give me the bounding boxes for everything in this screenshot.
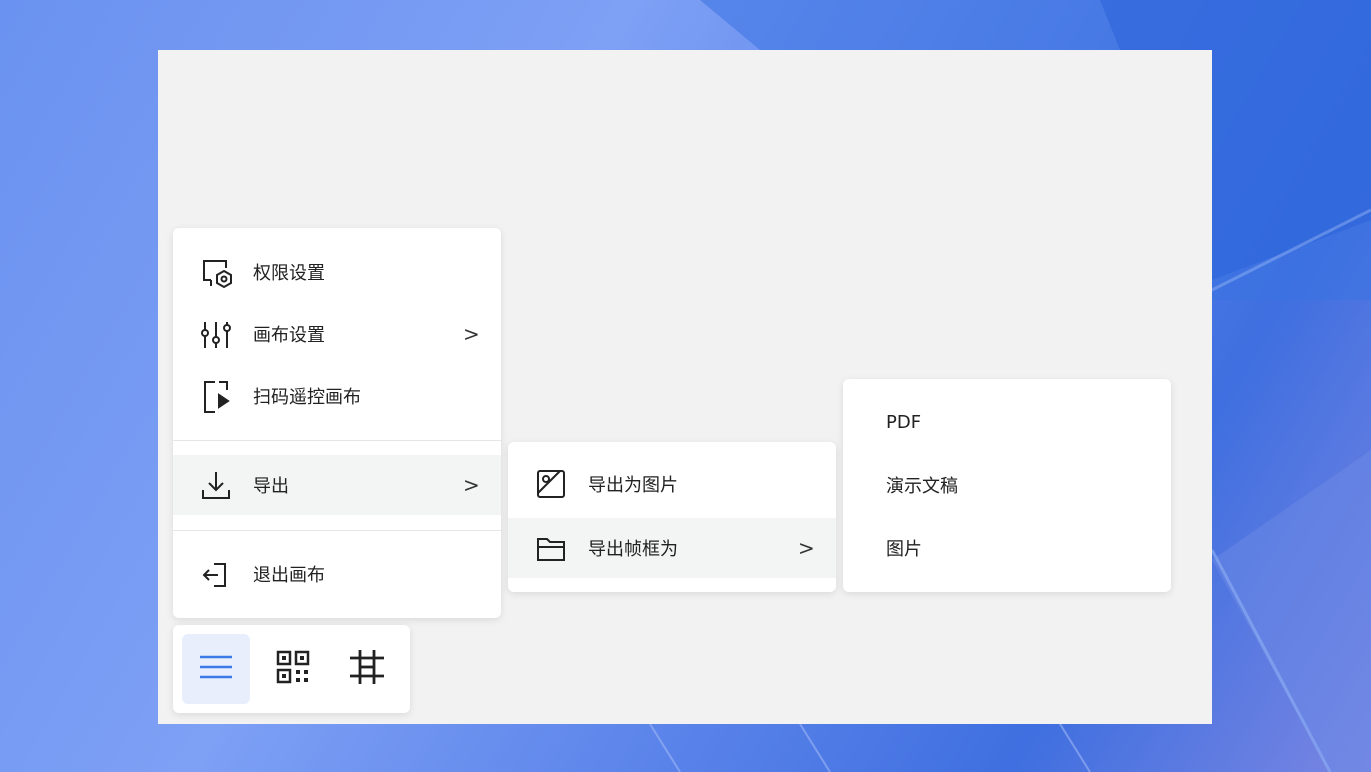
image-icon [534,467,568,501]
menu-item-pdf[interactable]: PDF [843,392,1171,452]
folder-icon [534,531,568,565]
chevron-right-icon: > [798,536,815,560]
frame-icon [348,648,386,690]
menu-item-label: 演示文稿 [886,476,958,497]
menu-item-presentation[interactable]: 演示文稿 [843,455,1171,515]
menu-item-label: 退出画布 [253,565,325,586]
export-frames-submenu: PDF 演示文稿 图片 [843,379,1171,592]
qrcode-icon [275,649,311,689]
sliders-icon [199,318,233,352]
permission-icon [199,256,235,290]
export-submenu: 导出为图片 导出帧框为 > [508,442,836,592]
menu-item-exit-canvas[interactable]: 退出画布 [173,544,501,604]
menu-item-label: 导出帧框为 [588,539,678,560]
menu-button[interactable] [182,634,250,704]
exit-icon [199,558,233,592]
main-menu: 权限设置 画布设置 > 扫码遥控画布 导出 > 退出画布 [173,228,501,618]
menu-item-label: 扫码遥控画布 [253,387,361,408]
menu-item-image[interactable]: 图片 [843,518,1171,578]
menu-item-export[interactable]: 导出 > [173,455,501,515]
qrcode-button[interactable] [259,634,327,704]
menu-item-export-frames[interactable]: 导出帧框为 > [508,518,836,578]
menu-item-export-image[interactable]: 导出为图片 [508,454,836,514]
menu-divider [173,530,501,531]
menu-divider [173,440,501,441]
chevron-right-icon: > [463,473,480,497]
menu-item-label: 导出为图片 [588,475,678,496]
menu-item-label: 权限设置 [253,263,325,284]
menu-item-label: 画布设置 [253,325,325,346]
menu-item-label: 导出 [253,476,289,497]
menu-item-label: PDF [886,411,922,433]
menu-item-canvas-settings[interactable]: 画布设置 > [173,304,501,364]
menu-item-label: 图片 [886,539,922,560]
menu-item-scan-remote[interactable]: 扫码遥控画布 [173,366,501,426]
menu-item-permissions[interactable]: 权限设置 [173,242,501,302]
bottom-toolbar [173,625,410,713]
chevron-right-icon: > [463,322,480,346]
frame-button[interactable] [333,634,401,704]
menu-icon [198,649,234,689]
scan-remote-icon [199,378,233,416]
download-icon [199,468,233,502]
